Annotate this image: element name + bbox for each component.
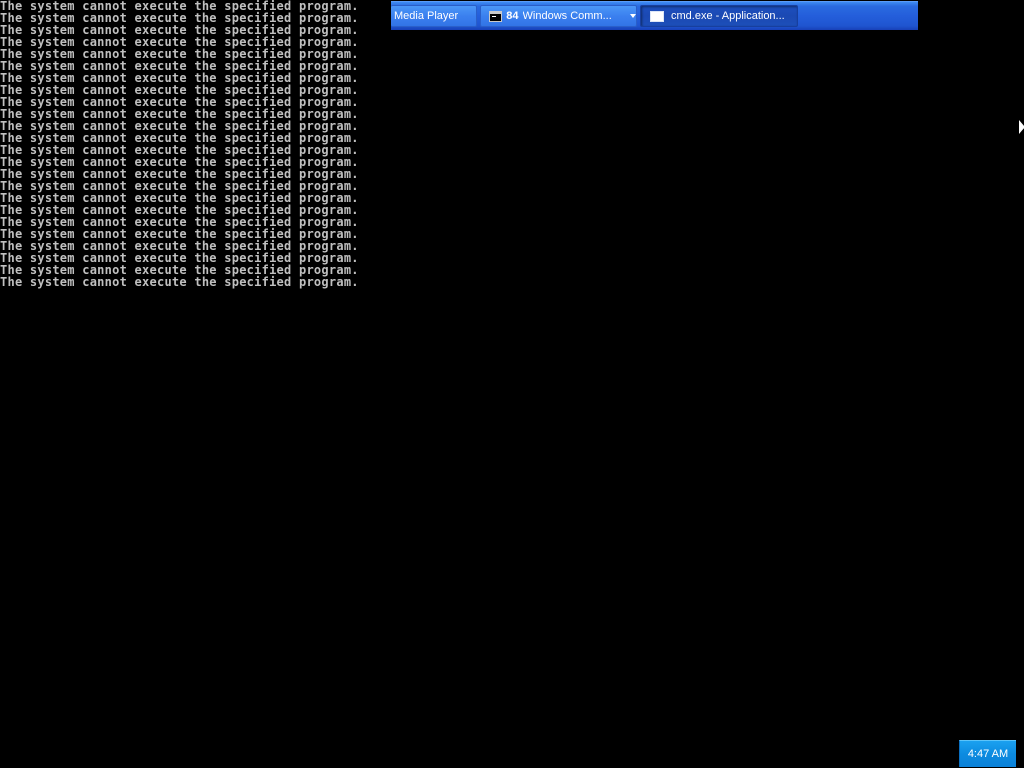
taskbar-button-label: cmd.exe - Application...: [671, 10, 785, 22]
system-clock[interactable]: 4:47 AM: [959, 740, 1016, 767]
mouse-pointer-icon: [1019, 120, 1024, 134]
console-line: The system cannot execute the specified …: [0, 275, 359, 289]
taskbar: Media Player 84 Windows Comm... cmd.exe …: [391, 1, 918, 30]
command-prompt-icon: [489, 10, 503, 22]
taskbar-button-label: Media Player: [394, 10, 459, 22]
dropdown-arrow-icon[interactable]: [630, 14, 636, 18]
taskbar-group-windows-command[interactable]: 84 Windows Comm...: [480, 5, 637, 27]
console-output: The system cannot execute the specified …: [0, 0, 359, 288]
window-icon: [650, 10, 664, 22]
taskbar-button-cmd-application[interactable]: cmd.exe - Application...: [640, 5, 798, 27]
taskbar-button-label: Windows Comm...: [522, 10, 612, 22]
desktop-screen: The system cannot execute the specified …: [0, 0, 1024, 768]
taskbar-button-media-player[interactable]: Media Player: [391, 5, 477, 27]
clock-time: 4:47 AM: [967, 748, 1009, 760]
taskbar-group-count: 84: [506, 10, 519, 22]
